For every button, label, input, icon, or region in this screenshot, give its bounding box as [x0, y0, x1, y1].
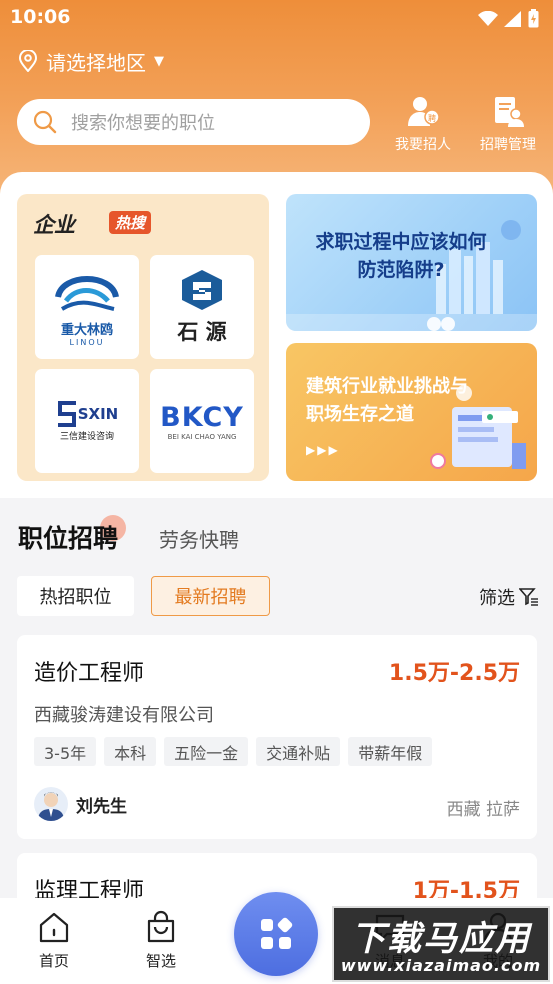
wifi-icon: [478, 10, 498, 26]
shiyuan-logo-icon: [182, 270, 222, 310]
sxin-sub: 三信建设咨询: [59, 431, 114, 442]
bkcy-sub: BEI KAI CHAO YANG: [167, 432, 237, 441]
enterprise-hot-card[interactable]: 企业 热搜 重大林鸥 LINOU 石 源 SXIN 三信建设咨询 BKCY BE…: [17, 194, 269, 481]
location-pin-icon: [18, 50, 38, 72]
arrows-icon: ▶▶▶: [306, 443, 340, 457]
recruit-manage-label: 招聘管理: [480, 137, 536, 153]
banner-career-challenge[interactable]: 建筑行业就业挑战与 职场生存之道 ▶▶▶: [286, 343, 537, 481]
grid-apps-icon: [261, 917, 293, 949]
location-label: 请选择地区: [46, 50, 146, 75]
nav-home[interactable]: 首页: [24, 910, 84, 971]
shiyuan-name: 石 源: [177, 320, 227, 344]
watermark-url: www.xiazaimao.com: [340, 956, 542, 975]
tab-job-recruit[interactable]: 职位招聘: [18, 519, 118, 555]
company-logo-linou[interactable]: 重大林鸥 LINOU: [35, 255, 139, 359]
nav-smart[interactable]: 智选: [131, 910, 191, 971]
center-action-button[interactable]: [234, 892, 318, 976]
banner2-line2: 职场生存之道: [306, 404, 414, 425]
sxin-logo-icon: [57, 400, 76, 427]
search-bar[interactable]: 搜索你想要的职位: [17, 99, 370, 145]
status-bar: 10:06: [0, 0, 553, 38]
recruiter-avatar-icon: [38, 792, 64, 821]
recruiter-info: 刘先生: [34, 787, 127, 821]
status-time: 10:06: [10, 6, 71, 28]
shopping-bag-icon: [147, 910, 175, 943]
job-tag: 带薪年假: [348, 737, 433, 766]
job-company: 西藏骏涛建设有限公司: [34, 705, 214, 726]
banner1-line1: 求职过程中应该如何: [315, 231, 487, 253]
recruit-manage-icon: [495, 97, 524, 127]
banner2-line1: 建筑行业就业挑战与: [306, 376, 468, 397]
job-tag: 交通补贴: [256, 737, 341, 766]
linou-name: 重大林鸥: [60, 323, 113, 338]
avatar: [34, 787, 68, 821]
recruit-manage-button[interactable]: 招聘管理: [470, 94, 546, 154]
home-icon: [39, 912, 69, 943]
location-selector[interactable]: 请选择地区 ▼: [18, 46, 164, 76]
search-placeholder: 搜索你想要的职位: [71, 113, 215, 134]
battery-icon: [528, 9, 539, 28]
recruiter-name: 刘先生: [76, 796, 127, 817]
recruit-person-icon: 聘: [408, 97, 440, 126]
job-title: 造价工程师: [34, 661, 145, 686]
chip-hot-jobs[interactable]: 热招职位: [17, 576, 134, 616]
search-icon: [33, 110, 57, 134]
job-salary: 1.5万-2.5万: [388, 661, 520, 686]
job-tags: 3-5年 本科 五险一金 交通补贴 带薪年假: [34, 737, 433, 766]
job-tag: 3-5年: [34, 737, 97, 766]
sxin-name: SXIN: [77, 404, 119, 423]
job-location: 西藏 拉萨: [446, 800, 520, 820]
nav-home-label: 首页: [38, 952, 69, 970]
company-logo-bkcy[interactable]: BKCY BEI KAI CHAO YANG: [150, 369, 254, 473]
chip-latest-jobs[interactable]: 最新招聘: [151, 576, 270, 616]
watermark-title: 下载马应用: [351, 919, 531, 959]
bkcy-name: BKCY: [160, 401, 244, 433]
enterprise-title: 企业: [33, 213, 75, 237]
recruit-button[interactable]: 聘 我要招人: [385, 94, 461, 154]
nav-smart-label: 智选: [145, 952, 176, 970]
job-tag: 本科: [104, 737, 157, 766]
filter-button[interactable]: 筛选: [479, 584, 539, 610]
job-tag: 五险一金: [164, 737, 249, 766]
linou-sub: LINOU: [69, 338, 105, 347]
company-logo-shiyuan[interactable]: 石 源: [150, 255, 254, 359]
hot-badge: 热搜: [109, 211, 152, 234]
banner1-line2: 防范陷阱?: [357, 259, 445, 281]
tab-labor-quick[interactable]: 劳务快聘: [159, 524, 239, 553]
recruit-label: 我要招人: [395, 137, 451, 153]
signal-icon: [504, 10, 521, 27]
watermark: 下载马应用 www.xiazaimao.com: [332, 906, 550, 982]
job-card[interactable]: 造价工程师 1.5万-2.5万 西藏骏涛建设有限公司 3-5年 本科 五险一金 …: [17, 635, 537, 839]
linou-logo-icon: [55, 276, 119, 311]
job-tabs: 职位招聘 劳务快聘: [0, 515, 553, 555]
banner-scam-prevention[interactable]: 求职过程中应该如何 防范陷阱?: [286, 194, 537, 331]
filter-label: 筛选: [479, 588, 515, 609]
svg-text:聘: 聘: [428, 113, 436, 123]
filter-icon: [519, 588, 538, 606]
company-logo-sxin[interactable]: SXIN 三信建设咨询: [35, 369, 139, 473]
caret-down-icon: ▼: [154, 53, 164, 69]
